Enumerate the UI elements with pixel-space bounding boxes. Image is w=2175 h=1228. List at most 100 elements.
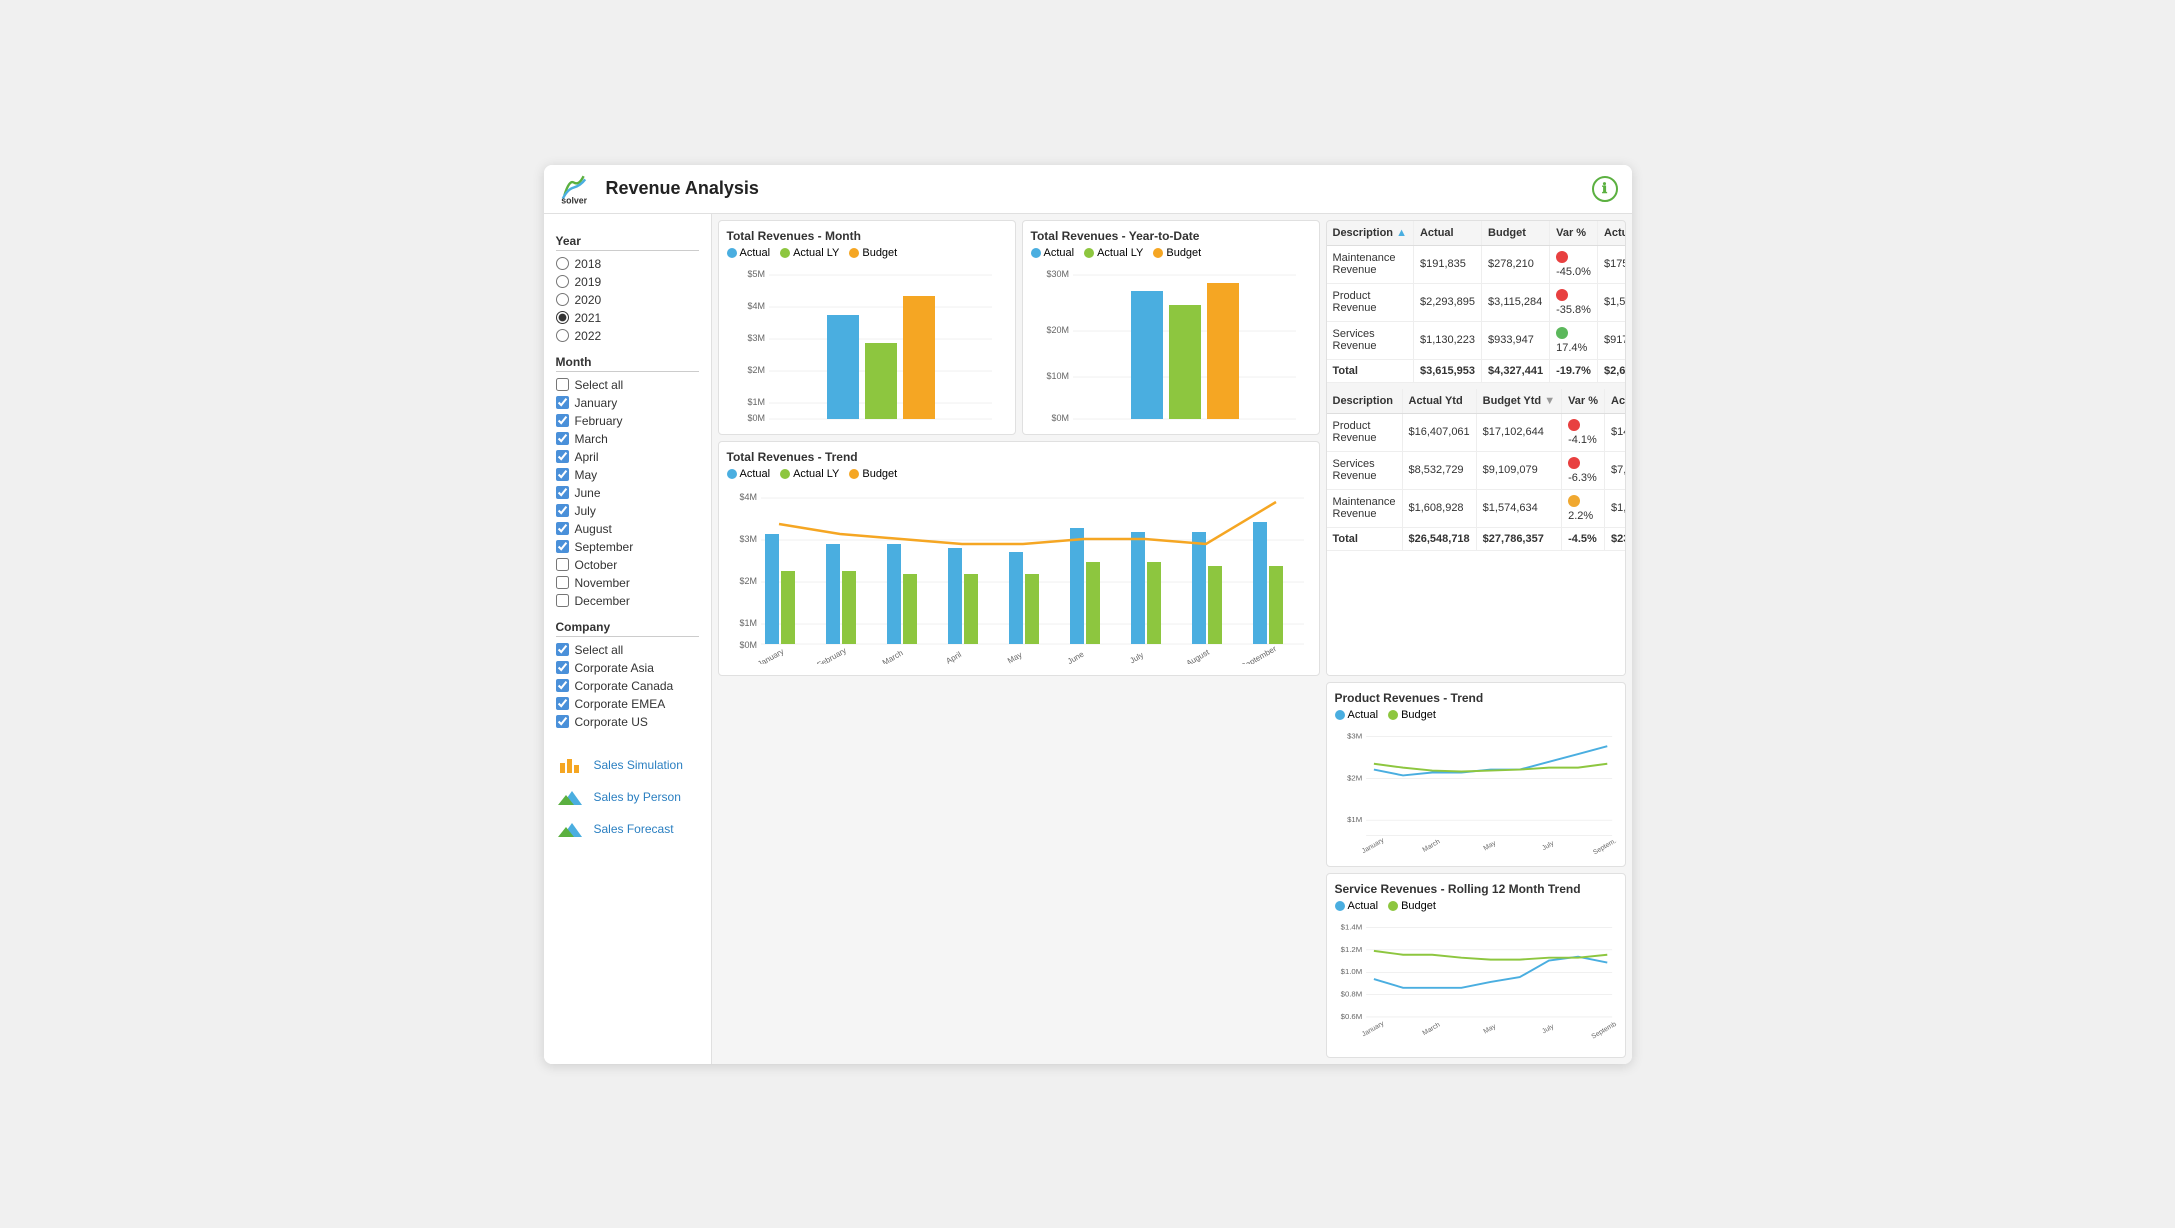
month-march[interactable]: March [556, 430, 699, 448]
month-checkbox-group: Select all January February March April … [556, 376, 699, 610]
info-button[interactable]: ℹ [1592, 176, 1618, 202]
app-header: solver Revenue Analysis ℹ [544, 165, 1632, 214]
svg-text:September: September [1239, 643, 1278, 663]
sidebar: Year 2018 2019 2020 2021 2022 Month Sele… [544, 214, 712, 1064]
product-revenues-trend-title: Product Revenues - Trend [1335, 691, 1617, 705]
company-select-all[interactable]: Select all [556, 641, 699, 659]
logo: solver [558, 173, 590, 205]
svg-text:$4M: $4M [747, 301, 765, 311]
col-actual-ly: Actual LY [1597, 221, 1625, 246]
company-corporate-asia[interactable]: Corporate Asia [556, 659, 699, 677]
svg-text:$1.2M: $1.2M [1340, 944, 1362, 953]
nav-sales-by-person[interactable]: Sales by Person [556, 781, 699, 813]
total-revenues-ytd-card: Total Revenues - Year-to-Date Actual Act… [1022, 220, 1320, 435]
product-revenues-trend-card: Product Revenues - Trend Actual Budget $… [1326, 682, 1626, 867]
nav-links: Sales Simulation Sales by Person Sales F… [556, 749, 699, 845]
svg-text:$0.8M: $0.8M [1340, 989, 1362, 998]
bar-ytd-budget [1207, 283, 1239, 419]
bar-ytd-actual-ly [1169, 305, 1201, 419]
svg-text:$0M: $0M [739, 640, 757, 650]
svg-text:$3M: $3M [739, 534, 757, 544]
month-october[interactable]: October [556, 556, 699, 574]
total-revenues-trend-title: Total Revenues - Trend [727, 450, 1311, 464]
year-2020[interactable]: 2020 [556, 291, 699, 309]
nav-sales-simulation[interactable]: Sales Simulation [556, 749, 699, 781]
total-revenues-trend-chart: $4M $3M $2M $1M $0M [727, 484, 1311, 664]
svg-text:$10M: $10M [1046, 371, 1069, 381]
year-2022[interactable]: 2022 [556, 327, 699, 345]
svg-text:August: August [1184, 647, 1211, 664]
mountain-icon [558, 787, 586, 807]
total-revenues-month-card: Total Revenues - Month Actual Actual LY … [718, 220, 1016, 435]
month-february[interactable]: February [556, 412, 699, 430]
svg-text:$1.0M: $1.0M [1340, 967, 1362, 976]
svg-text:January: January [756, 646, 785, 663]
col-actual-ytd-ly: Actual Ytd LY [1605, 389, 1626, 414]
col-ytd-var-pct: Var % [1562, 389, 1605, 414]
status-dot-red [1556, 289, 1568, 301]
company-section-label: Company [556, 620, 699, 637]
svg-text:$1M: $1M [739, 618, 757, 628]
product-revenues-trend-legend: Actual Budget [1335, 709, 1617, 721]
status-dot-red [1568, 457, 1580, 469]
ytd-total-row: Total $26,548,718 $27,786,357 -4.5% $23,… [1327, 527, 1626, 550]
svg-text:$30M: $30M [1046, 269, 1069, 279]
svg-text:January: January [1360, 1019, 1385, 1037]
month-december[interactable]: December [556, 592, 699, 610]
bar-chart-icon [558, 755, 586, 775]
svg-text:January: January [1360, 836, 1385, 854]
company-corporate-emea[interactable]: Corporate EMEA [556, 695, 699, 713]
month-april[interactable]: April [556, 448, 699, 466]
year-2018[interactable]: 2018 [556, 255, 699, 273]
status-dot-green [1556, 327, 1568, 339]
col-budget: Budget [1482, 221, 1550, 246]
month-may[interactable]: May [556, 466, 699, 484]
total-revenues-month-chart: $5M $4M $3M $2M $1M $0M [727, 263, 1007, 423]
total-revenues-trend-legend: Actual Actual LY Budget [727, 468, 1311, 480]
right-bottom-charts: Product Revenues - Trend Actual Budget $… [1326, 682, 1626, 1058]
company-corporate-canada[interactable]: Corporate Canada [556, 677, 699, 695]
nav-sales-forecast[interactable]: Sales Forecast [556, 813, 699, 845]
svg-text:$0M: $0M [747, 413, 765, 423]
svg-text:April: April [944, 649, 963, 663]
company-checkbox-group: Select all Corporate Asia Corporate Cana… [556, 641, 699, 731]
main-layout: Year 2018 2019 2020 2021 2022 Month Sele… [544, 214, 1632, 1064]
svg-text:March: March [1421, 1021, 1441, 1037]
page-title: Revenue Analysis [606, 178, 759, 199]
product-revenues-trend-chart: $3M $2M $1M January Ma [1335, 725, 1617, 855]
month-select-all[interactable]: Select all [556, 376, 699, 394]
svg-text:$1M: $1M [747, 397, 765, 407]
svg-text:July: July [1541, 1022, 1555, 1034]
month-july[interactable]: July [556, 502, 699, 520]
ytd-table: Description Actual Ytd Budget Ytd ▼ Var … [1327, 389, 1626, 551]
svg-text:$2M: $2M [739, 576, 757, 586]
bar-actual [827, 315, 859, 419]
svg-text:May: May [1482, 839, 1497, 852]
svg-text:May: May [1482, 1022, 1497, 1035]
svg-text:$20M: $20M [1046, 325, 1069, 335]
svg-text:July: July [1128, 650, 1145, 664]
year-radio-group: 2018 2019 2020 2021 2022 [556, 255, 699, 345]
year-2021[interactable]: 2021 [556, 309, 699, 327]
month-june[interactable]: June [556, 484, 699, 502]
month-november[interactable]: November [556, 574, 699, 592]
col-actual-ytd: Actual Ytd [1402, 389, 1476, 414]
svg-text:Septemb...: Septemb... [1590, 1017, 1616, 1040]
company-corporate-us[interactable]: Corporate US [556, 713, 699, 731]
status-dot-red [1568, 419, 1580, 431]
table-row: MaintenanceRevenue $1,608,928 $1,574,634… [1327, 489, 1626, 527]
month-august[interactable]: August [556, 520, 699, 538]
month-september[interactable]: September [556, 538, 699, 556]
bar-actual-ly [865, 343, 897, 419]
svg-text:July: July [1541, 839, 1555, 851]
year-2019[interactable]: 2019 [556, 273, 699, 291]
col-ytd-description: Description [1327, 389, 1403, 414]
table-row: Services Revenue $1,130,223 $933,947 17.… [1327, 321, 1626, 359]
tables-section: Description ▲ Actual Budget Var % Actual… [1326, 220, 1626, 676]
month-january[interactable]: January [556, 394, 699, 412]
col-description: Description ▲ [1327, 221, 1414, 246]
year-section-label: Year [556, 234, 699, 251]
svg-text:$2M: $2M [1347, 773, 1362, 782]
svg-text:Septem...: Septem... [1592, 835, 1617, 854]
svg-text:$4M: $4M [739, 492, 757, 502]
